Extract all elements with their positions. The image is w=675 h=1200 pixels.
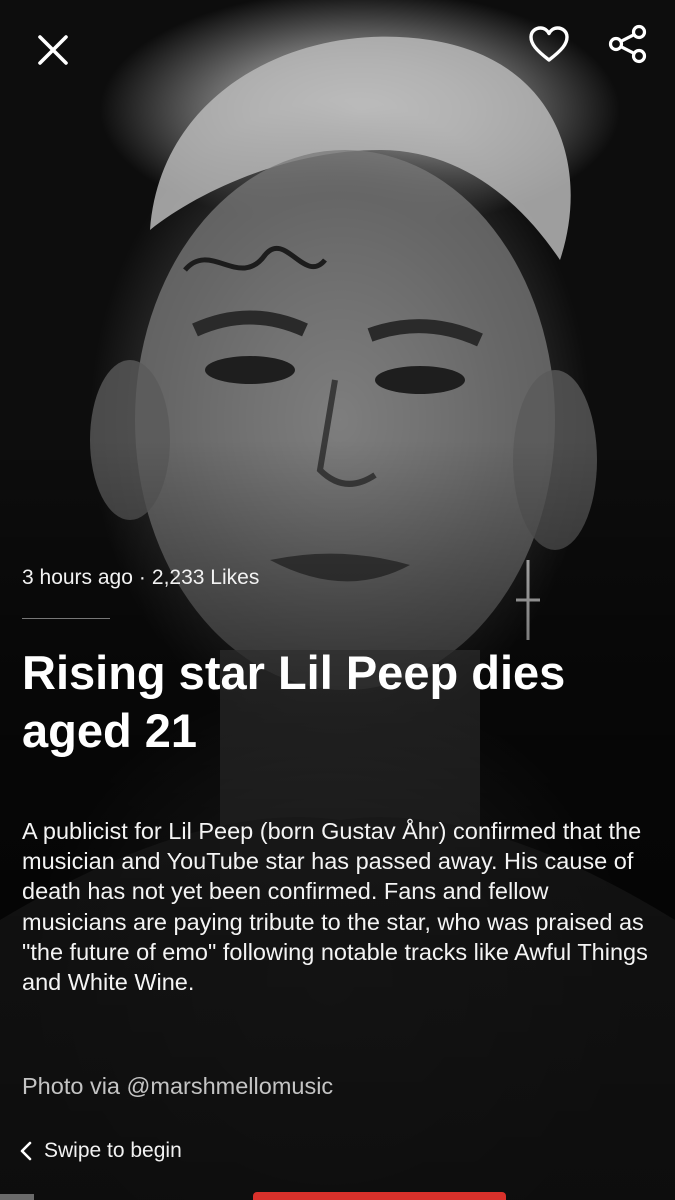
divider	[22, 618, 110, 619]
photo-credit: Photo via @marshmellomusic	[22, 1073, 334, 1099]
heart-icon	[528, 25, 570, 68]
like-count: 2,233 Likes	[151, 566, 260, 589]
background-photo	[0, 0, 675, 1200]
meta-separator: ·	[138, 566, 146, 589]
swipe-to-begin[interactable]: Swipe to begin	[20, 1134, 182, 1168]
share-icon	[607, 24, 649, 69]
top-bar	[0, 0, 675, 110]
chevron-left-icon	[20, 1141, 32, 1161]
page-indicator-left	[0, 1194, 34, 1200]
like-button[interactable]	[521, 18, 577, 74]
article-meta: 3 hours ago · 2,233 Likes	[22, 566, 259, 590]
timestamp: 3 hours ago	[22, 566, 133, 589]
share-button[interactable]	[600, 18, 656, 74]
page-indicator-active	[253, 1192, 506, 1200]
headline: Rising star Lil Peep dies aged 21	[22, 646, 566, 757]
close-button[interactable]	[25, 24, 81, 80]
swipe-label: Swipe to begin	[44, 1139, 182, 1162]
article-body: A publicist for Lil Peep (born Gustav Åh…	[22, 818, 648, 996]
close-icon	[36, 33, 70, 72]
